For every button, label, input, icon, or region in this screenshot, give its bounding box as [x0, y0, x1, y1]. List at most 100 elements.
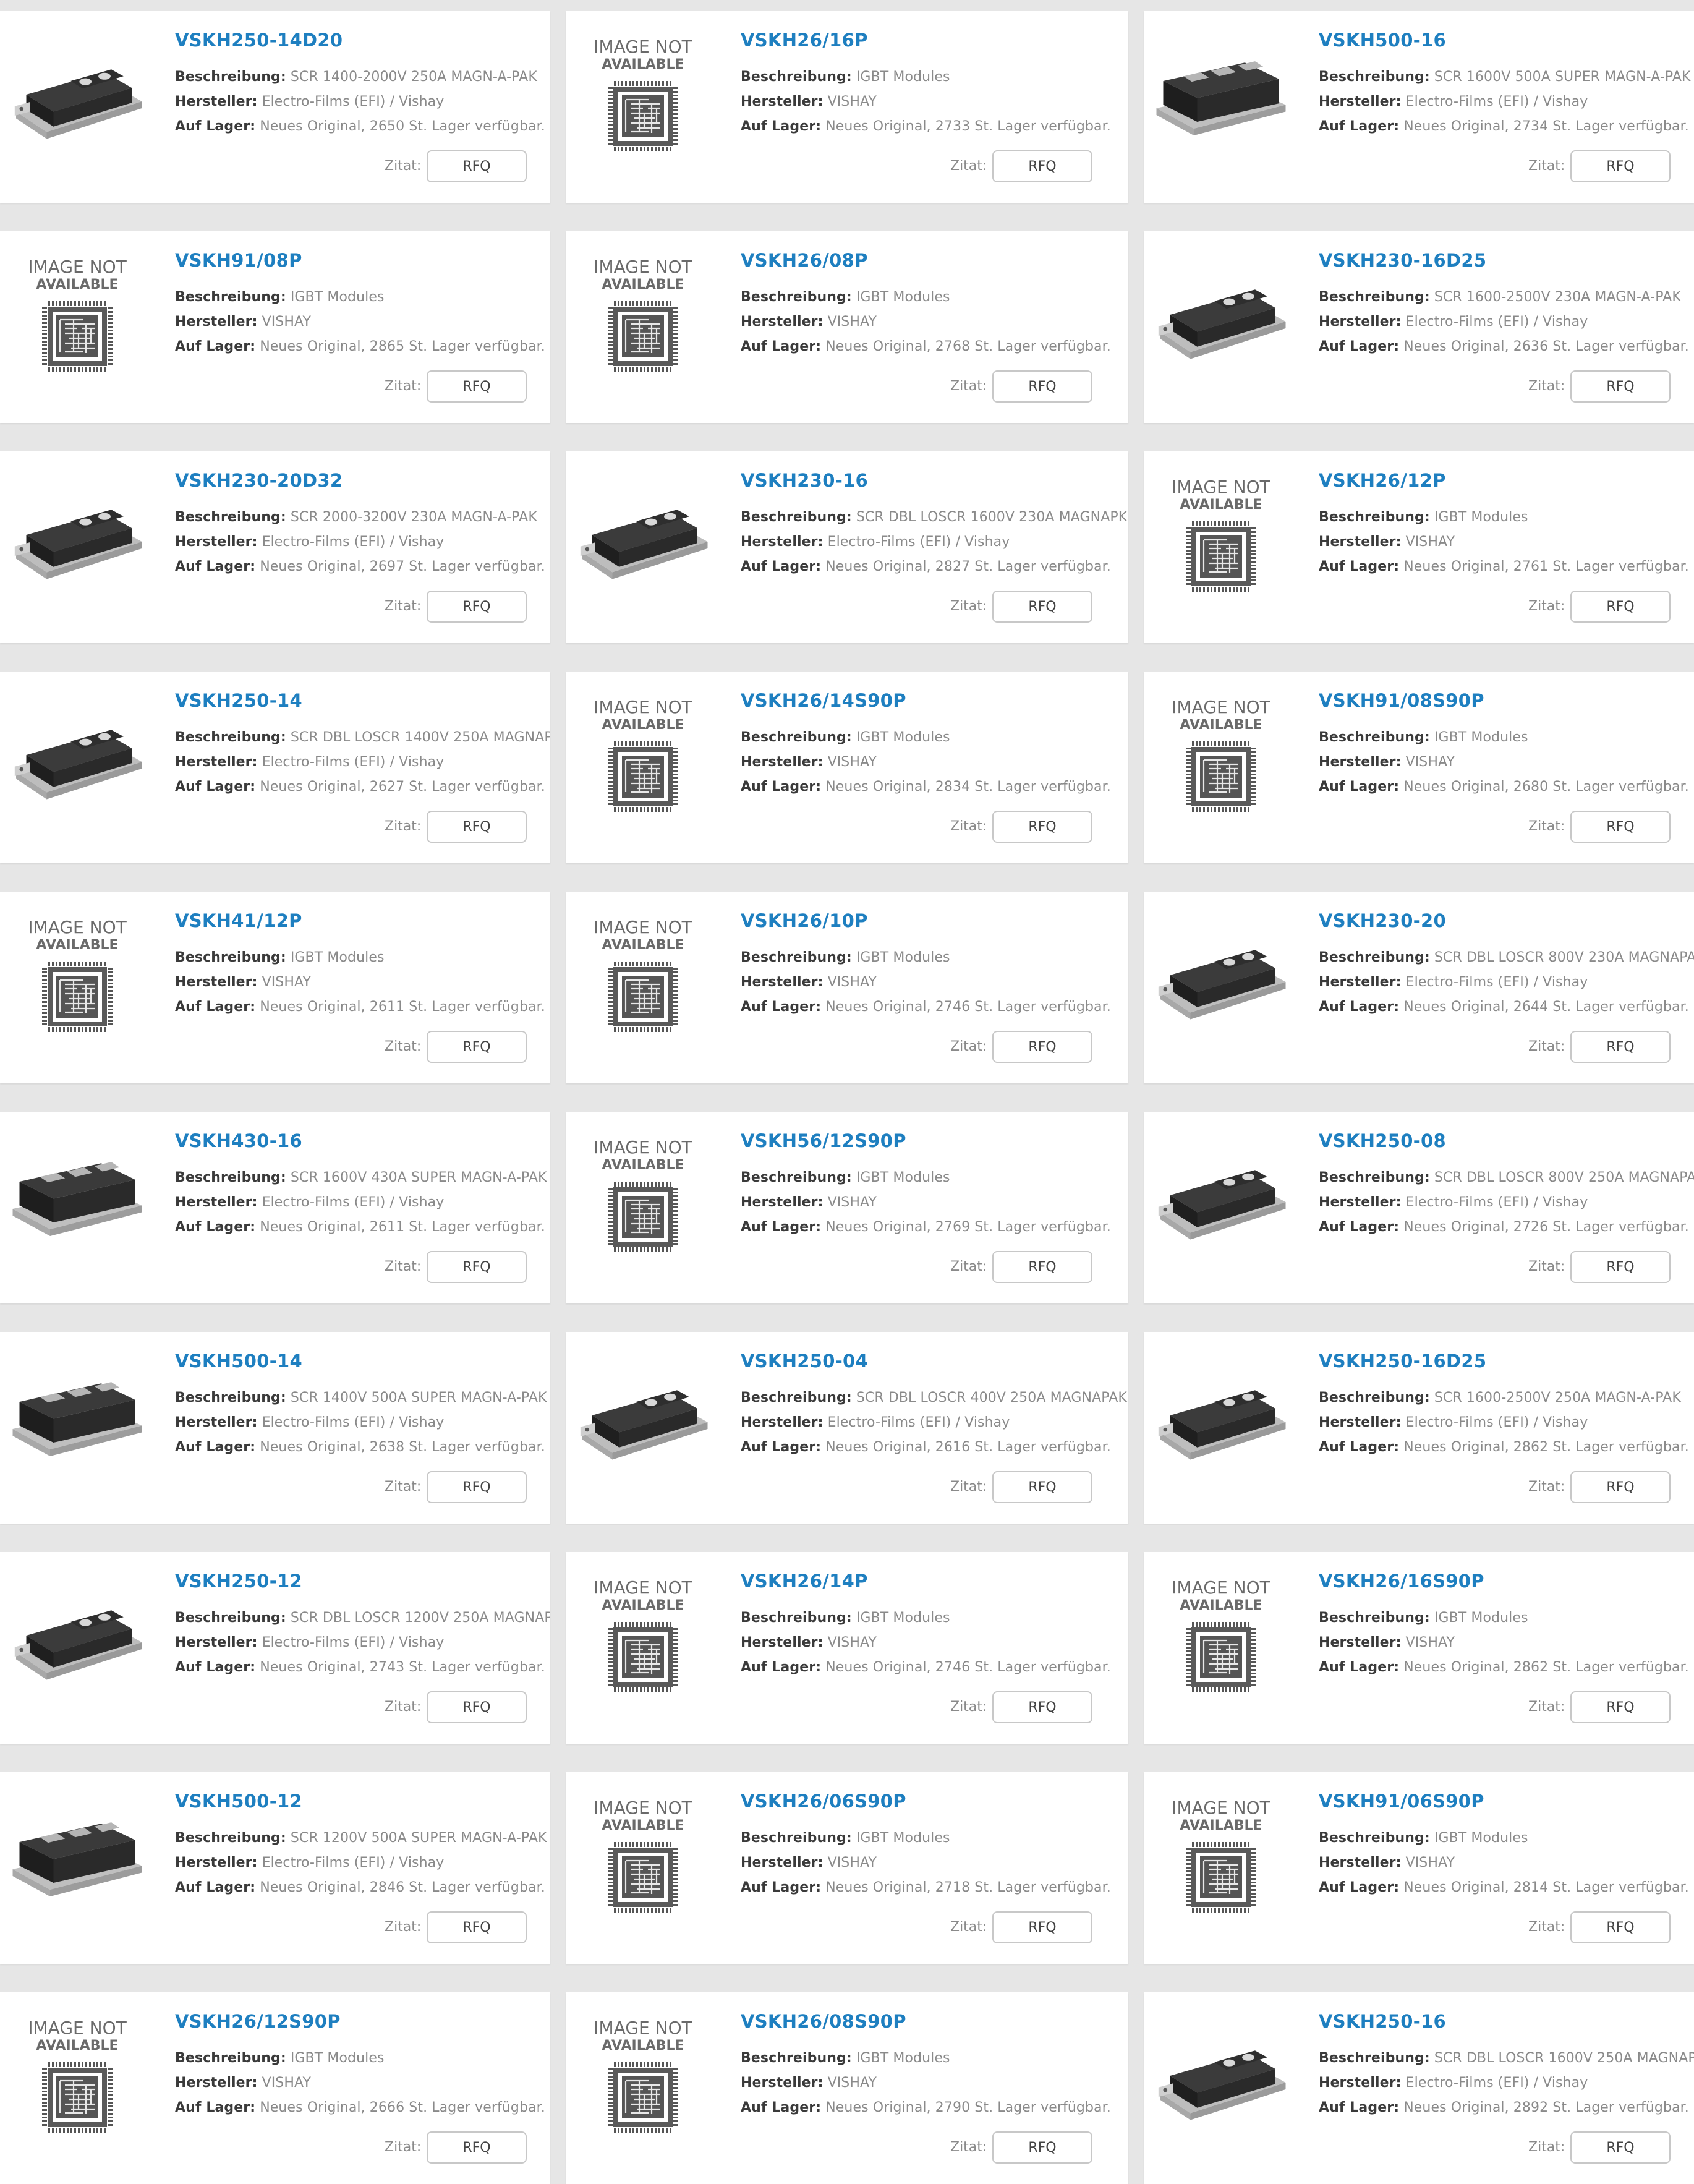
rfq-button[interactable]: RFQ: [992, 2131, 1092, 2164]
product-image[interactable]: [1150, 2011, 1292, 2141]
rfq-button[interactable]: RFQ: [992, 370, 1092, 403]
rfq-button[interactable]: RFQ: [992, 811, 1092, 843]
product-image[interactable]: [6, 1130, 148, 1260]
product-title-link[interactable]: VSKH500-14: [175, 1350, 302, 1371]
product-image[interactable]: [6, 1791, 148, 1921]
product-title-link[interactable]: VSKH26/08P: [741, 250, 868, 271]
product-title-link[interactable]: VSKH26/16S90P: [1319, 1571, 1484, 1592]
rfq-button[interactable]: RFQ: [427, 1031, 527, 1063]
product-title-link[interactable]: VSKH56/12S90P: [741, 1130, 906, 1151]
product-title-link[interactable]: VSKH91/08S90P: [1319, 690, 1484, 711]
product-title-link[interactable]: VSKH250-04: [741, 1350, 868, 1371]
product-title-link[interactable]: VSKH91/08P: [175, 250, 302, 271]
product-title-link[interactable]: VSKH26/16P: [741, 30, 868, 51]
image-not-available[interactable]: IMAGE NOT AVAILABLE: [1150, 470, 1292, 600]
image-not-available[interactable]: IMAGE NOT AVAILABLE: [572, 2011, 714, 2141]
image-not-available-text: AVAILABLE: [602, 937, 684, 953]
product-title-link[interactable]: VSKH250-08: [1319, 1130, 1446, 1151]
product-image[interactable]: [6, 690, 148, 820]
rfq-button[interactable]: RFQ: [1570, 811, 1671, 843]
rfq-button[interactable]: RFQ: [1570, 2131, 1671, 2164]
manufacturer-value: VISHAY: [827, 1855, 877, 1870]
rfq-button[interactable]: RFQ: [427, 1911, 527, 1943]
product-image[interactable]: [572, 470, 714, 600]
product-image[interactable]: [1150, 250, 1292, 380]
rfq-button[interactable]: RFQ: [1570, 150, 1671, 182]
product-image[interactable]: [1150, 1130, 1292, 1260]
product-image[interactable]: [1150, 30, 1292, 160]
product-title-link[interactable]: VSKH250-12: [175, 1571, 302, 1592]
rfq-button[interactable]: RFQ: [1570, 1911, 1671, 1943]
rfq-button[interactable]: RFQ: [427, 1251, 527, 1283]
image-not-available[interactable]: IMAGE NOT AVAILABLE: [572, 250, 714, 380]
rfq-button[interactable]: RFQ: [1570, 1691, 1671, 1723]
rfq-button[interactable]: RFQ: [992, 1471, 1092, 1503]
rfq-button[interactable]: RFQ: [427, 370, 527, 403]
product-image[interactable]: [6, 1571, 148, 1700]
product-title-link[interactable]: VSKH26/14P: [741, 1571, 868, 1592]
product-image[interactable]: [6, 470, 148, 600]
product-title-link[interactable]: VSKH250-16: [1319, 2011, 1446, 2032]
rfq-button[interactable]: RFQ: [992, 150, 1092, 182]
image-not-available[interactable]: IMAGE NOT AVAILABLE: [572, 910, 714, 1040]
stock-row: Auf Lager: Neues Original, 2611 St. Lage…: [175, 999, 545, 1015]
product-title-link[interactable]: VSKH91/06S90P: [1319, 1791, 1484, 1812]
rfq-button[interactable]: RFQ: [992, 1911, 1092, 1943]
image-not-available[interactable]: IMAGE NOT AVAILABLE: [1150, 1791, 1292, 1921]
product-title-link[interactable]: VSKH26/12P: [1319, 470, 1446, 491]
rfq-button[interactable]: RFQ: [992, 1031, 1092, 1063]
product-title-link[interactable]: VSKH500-16: [1319, 30, 1446, 51]
rfq-button[interactable]: RFQ: [1570, 1031, 1671, 1063]
product-title-link[interactable]: VSKH230-16D25: [1319, 250, 1486, 271]
image-not-available[interactable]: IMAGE NOT AVAILABLE: [572, 1130, 714, 1260]
image-not-available[interactable]: IMAGE NOT AVAILABLE: [572, 1571, 714, 1700]
rfq-button[interactable]: RFQ: [992, 1691, 1092, 1723]
product-image[interactable]: [6, 30, 148, 160]
product-title-link[interactable]: VSKH230-20: [1319, 910, 1446, 931]
image-not-available[interactable]: IMAGE NOT AVAILABLE: [572, 30, 714, 160]
manufacturer-label: Hersteller:: [175, 2075, 258, 2091]
rfq-button[interactable]: RFQ: [427, 150, 527, 182]
rfq-button[interactable]: RFQ: [1570, 591, 1671, 623]
quote-label: Zitat:: [950, 2139, 987, 2155]
rfq-button[interactable]: RFQ: [427, 2131, 527, 2164]
product-title-link[interactable]: VSKH430-16: [175, 1130, 302, 1151]
product-title-link[interactable]: VSKH250-14: [175, 690, 302, 711]
chip-icon: [1186, 1622, 1256, 1692]
product-title-link[interactable]: VSKH26/14S90P: [741, 690, 906, 711]
rfq-button[interactable]: RFQ: [1570, 370, 1671, 403]
rfq-button[interactable]: RFQ: [992, 1251, 1092, 1283]
rfq-button[interactable]: RFQ: [427, 1471, 527, 1503]
rfq-button[interactable]: RFQ: [1570, 1251, 1671, 1283]
rfq-button[interactable]: RFQ: [1570, 1471, 1671, 1503]
product-title-link[interactable]: VSKH230-16: [741, 470, 868, 491]
product-image[interactable]: [572, 1350, 714, 1480]
product-title-link[interactable]: VSKH250-14D20: [175, 30, 343, 51]
product-image[interactable]: [1150, 910, 1292, 1040]
image-not-available[interactable]: IMAGE NOT AVAILABLE: [572, 1791, 714, 1921]
image-not-available[interactable]: IMAGE NOT AVAILABLE: [1150, 690, 1292, 820]
image-not-available[interactable]: IMAGE NOT AVAILABLE: [6, 910, 148, 1040]
image-not-available[interactable]: IMAGE NOT AVAILABLE: [1150, 1571, 1292, 1700]
description-row: Beschreibung: SCR DBL LOSCR 400V 250A MA…: [741, 1390, 1127, 1406]
product-title-link[interactable]: VSKH26/08S90P: [741, 2011, 906, 2032]
rfq-button[interactable]: RFQ: [427, 591, 527, 623]
stock-value: Neues Original, 2718 St. Lager verfügbar…: [825, 1880, 1111, 1895]
product-title-link[interactable]: VSKH26/10P: [741, 910, 868, 931]
manufacturer-row: Hersteller: VISHAY: [741, 754, 877, 770]
product-title-link[interactable]: VSKH41/12P: [175, 910, 302, 931]
rfq-button[interactable]: RFQ: [992, 591, 1092, 623]
product-title-link[interactable]: VSKH500-12: [175, 1791, 302, 1812]
rfq-button[interactable]: RFQ: [427, 811, 527, 843]
image-not-available[interactable]: IMAGE NOT AVAILABLE: [572, 690, 714, 820]
image-not-available[interactable]: IMAGE NOT AVAILABLE: [6, 250, 148, 380]
product-title-link[interactable]: VSKH230-20D32: [175, 470, 343, 491]
manufacturer-label: Hersteller:: [175, 975, 258, 990]
image-not-available[interactable]: IMAGE NOT AVAILABLE: [6, 2011, 148, 2141]
rfq-button[interactable]: RFQ: [427, 1691, 527, 1723]
product-title-link[interactable]: VSKH26/12S90P: [175, 2011, 341, 2032]
product-image[interactable]: [1150, 1350, 1292, 1480]
product-title-link[interactable]: VSKH26/06S90P: [741, 1791, 906, 1812]
product-image[interactable]: [6, 1350, 148, 1480]
product-title-link[interactable]: VSKH250-16D25: [1319, 1350, 1486, 1371]
